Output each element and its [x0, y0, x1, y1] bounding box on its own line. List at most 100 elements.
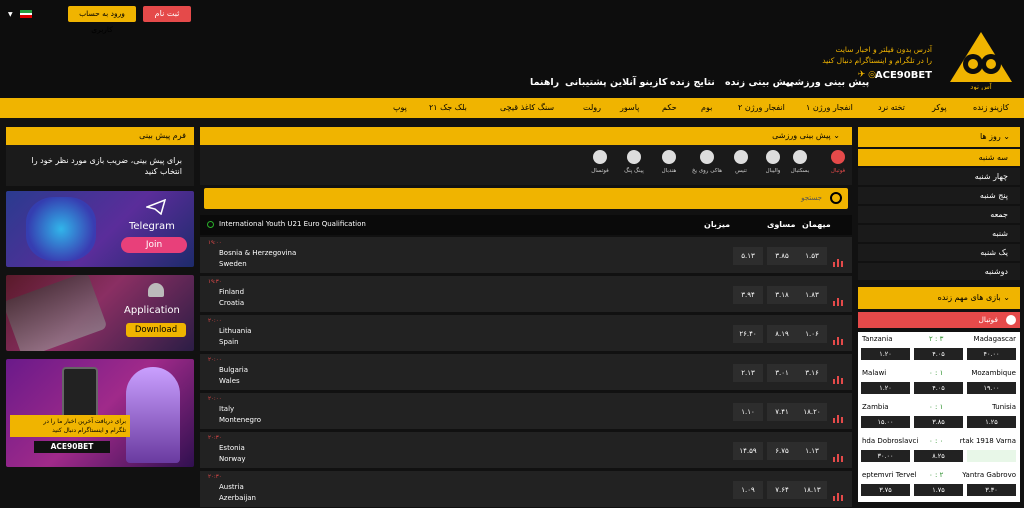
- tab-ping-pong[interactable]: پینگ پنگ: [617, 148, 651, 174]
- odd-draw[interactable]: ۸.۱۹: [767, 325, 797, 343]
- chevron-down-icon[interactable]: ⌄: [1003, 132, 1010, 141]
- tab-tennis[interactable]: تنیس: [724, 148, 758, 174]
- match-teams[interactable]: Finland Croatia: [219, 287, 244, 309]
- chevron-down-icon[interactable]: ⌄: [1003, 293, 1010, 302]
- match-teams[interactable]: Estonia Norway: [219, 443, 246, 465]
- odd-draw[interactable]: ۳.۱۸: [767, 286, 797, 304]
- stats-icon[interactable]: [833, 486, 843, 501]
- download-button[interactable]: Download: [126, 323, 186, 337]
- live-match[interactable]: Tunisia ۰ : ۱ Zambia ۱۵.۰۰ ۳.۸۵ ۱.۲۵: [858, 400, 1020, 434]
- live-odd-draw[interactable]: ۴.۰۵: [914, 382, 963, 394]
- language-flag-icon[interactable]: [20, 10, 32, 18]
- league-name[interactable]: International Youth U21 Euro Qualificati…: [219, 220, 366, 228]
- odd-away[interactable]: ۱.۱۳: [797, 442, 827, 460]
- stats-icon[interactable]: [833, 291, 843, 306]
- live-odd-draw[interactable]: ۸.۲۵: [914, 450, 963, 462]
- search-bar[interactable]: جستجو: [204, 188, 848, 209]
- live-odd-home[interactable]: ۱۵.۰۰: [861, 416, 910, 428]
- live-odd-draw[interactable]: ۴.۰۵: [914, 348, 963, 360]
- day-item[interactable]: دوشنبه: [858, 263, 1020, 281]
- casino-nav-pop[interactable]: پوپ: [393, 103, 407, 112]
- live-odd-away[interactable]: ۱۹.۰۰: [967, 382, 1016, 394]
- caret-down-icon[interactable]: ▼: [8, 11, 13, 18]
- live-match[interactable]: rtak 1918 Varna ۰ : ۰ hda Dobroslavci ۳۰.۰۰…: [858, 434, 1020, 468]
- app-ad[interactable]: Application Download: [6, 275, 194, 351]
- tab-volleyball[interactable]: والیبال: [756, 148, 790, 174]
- match-teams[interactable]: Bosnia & Herzegovina Sweden: [219, 248, 296, 270]
- live-odd-away[interactable]: [967, 450, 1016, 462]
- casino-nav-pasoor[interactable]: پاسور: [620, 103, 639, 112]
- odd-home[interactable]: ۱۴.۵۹: [733, 442, 763, 460]
- casino-nav-blackjack[interactable]: بلک جک ۲۱: [429, 103, 467, 112]
- odd-draw[interactable]: ۶.۷۵: [767, 442, 797, 460]
- signup-button[interactable]: ثبت نام: [143, 6, 191, 22]
- odd-away[interactable]: ۱.۰۶: [797, 325, 827, 343]
- live-odd-away[interactable]: ۱.۲۵: [967, 416, 1016, 428]
- instagram-icon[interactable]: ◎: [868, 70, 876, 80]
- odd-home[interactable]: ۲.۱۳: [733, 364, 763, 382]
- odd-away[interactable]: ۱.۸۳: [797, 286, 827, 304]
- day-item[interactable]: یک شنبه: [858, 244, 1020, 262]
- casino-nav-poker[interactable]: پوکر: [932, 103, 947, 112]
- join-button[interactable]: Join: [121, 237, 187, 253]
- live-odd-home[interactable]: ۱.۲۰: [861, 382, 910, 394]
- logo-icon[interactable]: آس نود: [946, 30, 1016, 90]
- casino-nav-backgammon[interactable]: تخته نرد: [878, 103, 905, 112]
- chevron-down-icon[interactable]: ⌄: [833, 131, 840, 140]
- nav-live-results[interactable]: نتایج زنده: [670, 77, 715, 88]
- odd-home[interactable]: ۵.۱۳: [733, 247, 763, 265]
- odd-away[interactable]: ۱.۵۳: [797, 247, 827, 265]
- live-match[interactable]: Yantra Gabrovo ۰ : ۲ eptemvri Tervel ۳.۷۵ ۱.…: [858, 468, 1020, 502]
- search-icon[interactable]: [830, 192, 842, 204]
- live-match[interactable]: Madagascar ۲ : ۳ Tanzania ۱.۲۰ ۴.۰۵ ۴۰.۰۰: [858, 332, 1020, 366]
- live-match[interactable]: Mozambique ۰ : ۱ Malawi ۱.۲۰ ۴.۰۵ ۱۹.۰۰: [858, 366, 1020, 400]
- stats-icon[interactable]: [833, 447, 843, 462]
- odd-home[interactable]: ۱.۱۰: [733, 403, 763, 421]
- casino-nav-boom[interactable]: بوم: [701, 103, 712, 112]
- tab-football[interactable]: فوتبال: [821, 148, 855, 174]
- match-teams[interactable]: Bulgaria Wales: [219, 365, 248, 387]
- live-odd-home[interactable]: ۱.۲۰: [861, 348, 910, 360]
- casino-nav-roulette[interactable]: رولت: [583, 103, 601, 112]
- live-odd-draw[interactable]: ۱.۷۵: [914, 484, 963, 496]
- odd-draw[interactable]: ۳.۸۵: [767, 247, 797, 265]
- odd-away[interactable]: ۱۸.۲۰: [797, 403, 827, 421]
- nav-sport-bet[interactable]: پیش بینی ورزشی: [785, 77, 869, 88]
- casino-nav-crash2[interactable]: انفجار ورژن ۲: [738, 103, 785, 112]
- odd-home[interactable]: ۱.۰۹: [733, 481, 763, 499]
- odd-away[interactable]: ۱۸.۱۳: [797, 481, 827, 499]
- casino-nav-live-casino[interactable]: کازینو زنده: [973, 103, 1009, 112]
- day-item[interactable]: پنج شنبه: [858, 187, 1020, 205]
- social-ad[interactable]: برای دریافت آخرین اخبار ما را در تلگرام …: [6, 359, 194, 467]
- stats-icon[interactable]: [833, 252, 843, 267]
- tab-ice-hockey[interactable]: هاکی روی یخ: [690, 148, 724, 174]
- stats-icon[interactable]: [833, 369, 843, 384]
- live-odd-away[interactable]: ۴۰.۰۰: [967, 348, 1016, 360]
- live-odd-home[interactable]: ۳۰.۰۰: [861, 450, 910, 462]
- live-odd-draw[interactable]: ۳.۸۵: [914, 416, 963, 428]
- match-teams[interactable]: Austria Azerbaijan: [219, 482, 256, 504]
- odd-draw[interactable]: ۷.۶۴: [767, 481, 797, 499]
- casino-nav-crash1[interactable]: انفجار ورژن ۱: [806, 103, 853, 112]
- day-item[interactable]: شنبه: [858, 225, 1020, 243]
- odd-away[interactable]: ۳.۱۶: [797, 364, 827, 382]
- tab-futsal[interactable]: فوتسال: [583, 148, 617, 174]
- day-item[interactable]: جمعه: [858, 206, 1020, 224]
- day-item[interactable]: سه شنبه: [858, 149, 1020, 167]
- search-placeholder[interactable]: جستجو: [801, 194, 822, 202]
- live-odd-home[interactable]: ۳.۷۵: [861, 484, 910, 496]
- casino-nav-hokm[interactable]: حکم: [662, 103, 677, 112]
- live-odd-away[interactable]: ۳.۳۰: [967, 484, 1016, 496]
- odd-home[interactable]: ۲۶.۴۰: [733, 325, 763, 343]
- match-teams[interactable]: Italy Montenegro: [219, 404, 261, 426]
- odd-draw[interactable]: ۳.۰۱: [767, 364, 797, 382]
- odd-home[interactable]: ۳.۹۴: [733, 286, 763, 304]
- stats-icon[interactable]: [833, 408, 843, 423]
- stats-icon[interactable]: [833, 330, 843, 345]
- login-button[interactable]: ورود به حساب کاربری: [68, 6, 136, 34]
- nav-support[interactable]: پشتیبانی: [565, 77, 607, 88]
- tab-handball[interactable]: هندبال: [652, 148, 686, 174]
- casino-nav-rps[interactable]: سنگ کاغذ قیچی: [500, 103, 554, 112]
- day-item[interactable]: چهار شنبه: [858, 168, 1020, 186]
- nav-help[interactable]: راهنما: [530, 77, 559, 88]
